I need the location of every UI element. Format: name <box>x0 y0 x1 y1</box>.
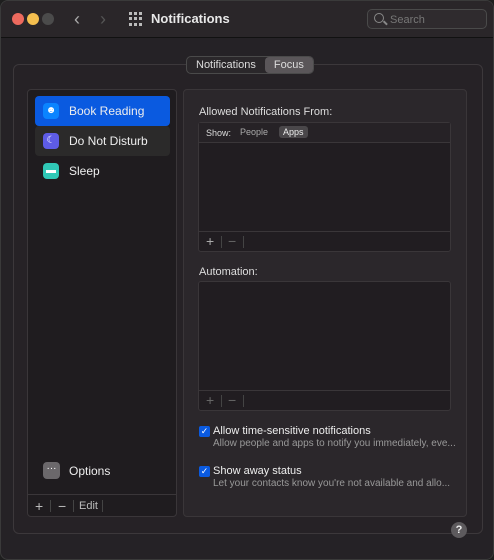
search-field[interactable]: Search <box>367 9 487 29</box>
back-icon[interactable]: ‹ <box>74 8 80 30</box>
options-button[interactable]: ··· Options <box>35 456 170 486</box>
zoom-button[interactable] <box>42 13 54 25</box>
sidebar-item-label: Sleep <box>69 164 100 178</box>
focus-detail-pane: Allowed Notifications From: Show: People… <box>183 89 467 517</box>
minimize-button[interactable] <box>27 13 39 25</box>
automation-header: Automation: <box>199 266 258 278</box>
tab-bar: Notifications Focus <box>186 56 314 74</box>
add-focus-button[interactable]: + <box>35 498 43 514</box>
sidebar-item-label: Do Not Disturb <box>69 134 148 148</box>
divider <box>243 236 244 248</box>
sidebar-footer: + − Edit <box>28 494 176 516</box>
bed-icon: ▬ <box>43 163 59 179</box>
time-sensitive-description: Allow people and apps to notify you imme… <box>213 438 456 449</box>
forward-icon[interactable]: › <box>100 8 106 30</box>
sidebar-item-label: Book Reading <box>69 104 145 118</box>
show-away-status-checkbox[interactable]: ✓ <box>199 466 210 477</box>
divider <box>102 500 103 512</box>
edit-button[interactable]: Edit <box>79 500 98 512</box>
notifications-window: ‹ › Notifications Search Notifications F… <box>0 0 494 560</box>
show-all-grid-icon[interactable] <box>129 12 143 26</box>
time-sensitive-checkbox[interactable]: ✓ <box>199 426 210 437</box>
divider <box>73 500 74 512</box>
remove-allowed-button[interactable]: − <box>228 233 236 249</box>
tab-notifications[interactable]: Notifications <box>187 57 265 73</box>
automation-list-footer: + − <box>199 390 450 410</box>
help-button[interactable]: ? <box>451 522 467 538</box>
show-filter-bar: Show: People Apps <box>199 123 450 143</box>
moon-icon: ☾ <box>43 133 59 149</box>
time-sensitive-label: Allow time-sensitive notifications <box>213 425 371 437</box>
focus-sidebar: ☻ Book Reading ☾ Do Not Disturb ▬ Sleep … <box>27 89 177 517</box>
divider <box>221 395 222 407</box>
divider <box>221 236 222 248</box>
divider <box>243 395 244 407</box>
options-label: Options <box>69 464 111 478</box>
show-label: Show: <box>206 128 232 138</box>
show-away-status-label: Show away status <box>213 465 302 477</box>
tab-focus[interactable]: Focus <box>264 57 313 73</box>
show-people-tab[interactable]: People <box>236 126 272 138</box>
divider <box>50 500 51 512</box>
close-button[interactable] <box>12 13 24 25</box>
sidebar-item-sleep[interactable]: ▬ Sleep <box>35 156 170 186</box>
allowed-notifications-list[interactable]: Show: People Apps + − <box>198 122 451 252</box>
ellipsis-icon: ··· <box>43 462 60 479</box>
remove-automation-button[interactable]: − <box>228 392 236 408</box>
search-placeholder: Search <box>390 14 425 26</box>
add-automation-button[interactable]: + <box>206 392 214 408</box>
window-title: Notifications <box>151 11 230 26</box>
automation-list[interactable]: + − <box>198 281 451 411</box>
show-apps-tab[interactable]: Apps <box>279 126 308 138</box>
allowed-list-footer: + − <box>199 231 450 251</box>
sidebar-item-do-not-disturb[interactable]: ☾ Do Not Disturb <box>35 126 170 156</box>
search-icon <box>374 13 384 23</box>
title-bar: ‹ › Notifications Search <box>1 1 493 38</box>
sidebar-item-book-reading[interactable]: ☻ Book Reading <box>35 96 170 126</box>
allowed-notifications-header: Allowed Notifications From: <box>199 106 333 118</box>
add-allowed-button[interactable]: + <box>206 233 214 249</box>
show-away-status-description: Let your contacts know you're not availa… <box>213 478 451 489</box>
remove-focus-button[interactable]: − <box>58 498 66 514</box>
smiley-icon: ☻ <box>43 103 59 119</box>
